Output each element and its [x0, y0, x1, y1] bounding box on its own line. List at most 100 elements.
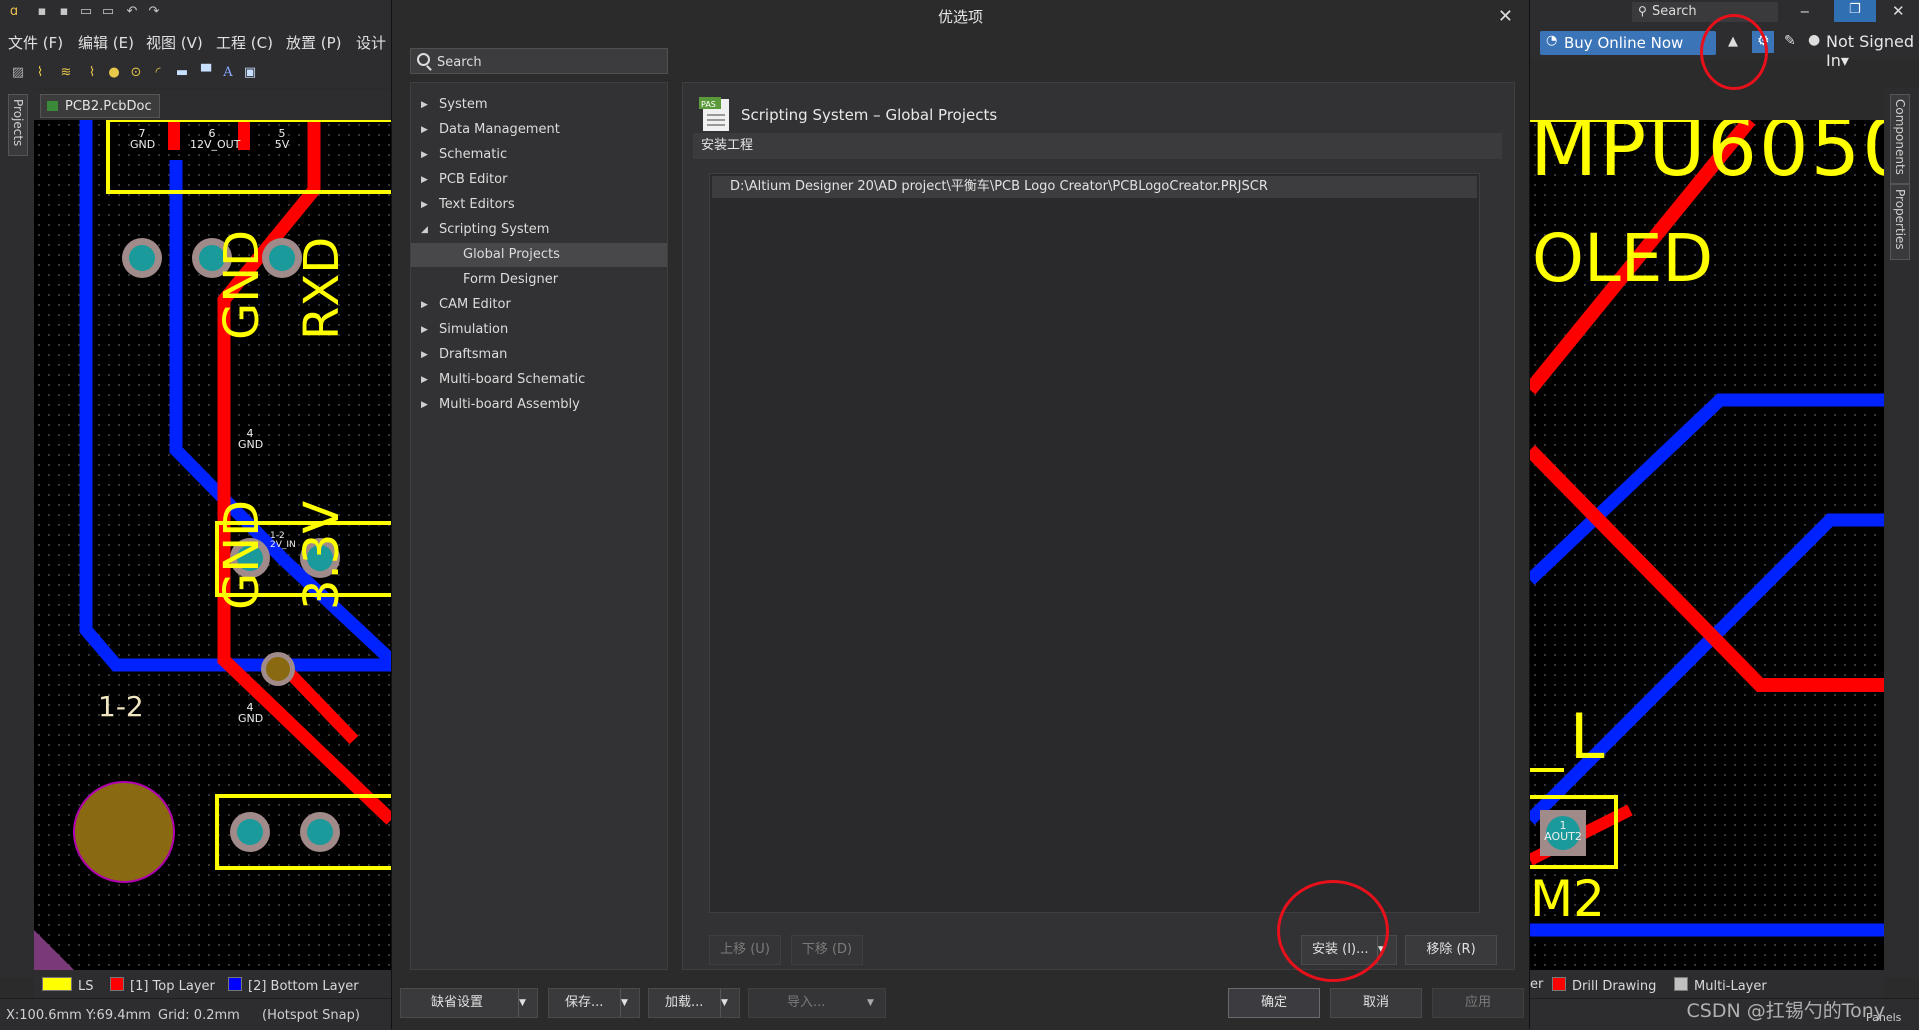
tree-item[interactable]: ▶ CAM Editor	[411, 293, 667, 317]
components-panel-tab[interactable]: Components	[1890, 94, 1910, 184]
pcb-canvas-left[interactable]: 7 GND 6 12V_OUT 5 5V 4 GND 4 GND 1-2 1-2 2V_IN…	[34, 120, 391, 970]
projects-panel-tab[interactable]: Projects	[8, 94, 28, 156]
collapsed-arrow-icon[interactable]: ▶	[421, 193, 428, 217]
layer-swatch	[110, 977, 124, 991]
menu-file[interactable]: 文件 (F)	[8, 32, 63, 53]
collapsed-arrow-icon[interactable]: ▶	[421, 368, 428, 392]
chevron-down-icon[interactable]: ▼	[518, 989, 537, 1017]
arc-icon[interactable]: ◜	[150, 65, 166, 81]
layer-tab-top[interactable]: [1] Top Layer	[110, 977, 215, 994]
pad-hole	[129, 245, 155, 271]
tree-item[interactable]: ▶ Schematic	[411, 143, 667, 167]
chevron-down-icon[interactable]: ▼	[720, 989, 739, 1017]
tree-item[interactable]: ▶ Data Management	[411, 118, 667, 142]
route-icon[interactable]: ⌇	[32, 65, 48, 81]
collapsed-arrow-icon[interactable]: ▶	[421, 118, 428, 142]
defaults-label: 缺省设置	[431, 995, 484, 1010]
undo-icon[interactable]: ↶	[124, 4, 140, 20]
pad-label: 5 5V	[270, 128, 294, 150]
section-header: 安装工程	[693, 133, 1502, 159]
pcb-canvas-right[interactable]: MPU6050 OLED L M2 1 AOUT2	[1530, 120, 1884, 970]
open-project-icon[interactable]: ▭	[100, 4, 116, 20]
window-close-button[interactable]: ✕	[1892, 2, 1905, 20]
collapsed-arrow-icon[interactable]: ▶	[421, 293, 428, 317]
tree-item[interactable]: Form Designer	[411, 268, 667, 292]
tree-item[interactable]: ▶ Text Editors	[411, 193, 667, 217]
move-up-button[interactable]: 上移 (U)	[709, 935, 781, 965]
collapsed-arrow-icon[interactable]: ▶	[421, 168, 428, 192]
collapsed-arrow-icon[interactable]: ▶	[421, 393, 428, 417]
minimize-button[interactable]: ‒	[1800, 2, 1810, 20]
layer-tab-drill-drawing[interactable]: Drill Drawing	[1552, 977, 1656, 994]
tree-item[interactable]: ▶ System	[411, 93, 667, 117]
global-search-box[interactable]: ⚲ Search	[1632, 2, 1778, 22]
layer-swatch	[1674, 977, 1688, 991]
search-input[interactable]	[435, 51, 659, 73]
layer-tab-multi-layer[interactable]: Multi-Layer	[1674, 977, 1767, 994]
chevron-down-icon[interactable]: ▼	[867, 989, 885, 1017]
load-button[interactable]: 加载... ▼	[648, 988, 740, 1018]
tree-item-label: Data Management	[439, 122, 560, 137]
defaults-button[interactable]: 缺省设置 ▼	[400, 988, 538, 1018]
import-button[interactable]: 导入... ▼	[748, 988, 886, 1018]
tree-item-label: Simulation	[439, 322, 509, 337]
move-down-button[interactable]: 下移 (D)	[791, 935, 863, 965]
tree-item-label: Multi-board Schematic	[439, 372, 586, 387]
polygon-icon[interactable]: ▀	[198, 65, 214, 81]
chevron-down-icon[interactable]: ▼	[620, 989, 639, 1017]
menu-project[interactable]: 工程 (C)	[216, 32, 273, 53]
collapsed-arrow-icon[interactable]: ▶	[421, 318, 428, 342]
text-icon[interactable]: A	[220, 65, 236, 81]
filter-icon[interactable]: ▨	[10, 65, 26, 81]
menu-edit[interactable]: 编辑 (E)	[78, 32, 134, 53]
layer-tab-partial[interactable]: er	[1530, 977, 1543, 992]
ok-button[interactable]: 确定	[1228, 988, 1320, 1018]
interactive-route-icon[interactable]: ≋	[58, 65, 74, 81]
tree-item[interactable]: ▶ Simulation	[411, 318, 667, 342]
menu-design[interactable]: 设计	[356, 32, 386, 53]
close-icon[interactable]: ✕	[1498, 6, 1513, 27]
project-list-item[interactable]: D:\Altium Designer 20\AD project\平衡车\PCB…	[712, 176, 1477, 198]
mounting-hole	[73, 781, 175, 883]
redo-icon[interactable]: ↷	[146, 4, 162, 20]
expanded-arrow-icon[interactable]: ◢	[421, 218, 428, 242]
menu-view[interactable]: 视图 (V)	[146, 32, 203, 53]
save-button[interactable]: 保存... ▼	[548, 988, 640, 1018]
fill-icon[interactable]: ▬	[174, 65, 190, 81]
tree-item[interactable]: ▶ Multi-board Schematic	[411, 368, 667, 392]
document-tab[interactable]: PCB2.PcbDoc *	[40, 94, 160, 138]
diff-pair-icon[interactable]: ⌇	[84, 65, 100, 81]
remove-button[interactable]: 移除 (R)	[1405, 935, 1497, 965]
restore-button[interactable]: ❐	[1834, 0, 1876, 22]
apply-button[interactable]: 应用	[1432, 988, 1524, 1018]
collapsed-arrow-icon[interactable]: ▶	[421, 143, 428, 167]
tree-item[interactable]: ▶ PCB Editor	[411, 168, 667, 192]
tree-item[interactable]: ▶ Draftsman	[411, 343, 667, 367]
save-all-icon[interactable]: ▪	[56, 4, 72, 20]
search-box[interactable]	[410, 48, 668, 74]
properties-panel-tab[interactable]: Properties	[1890, 184, 1910, 260]
collapsed-arrow-icon[interactable]: ▶	[421, 93, 428, 117]
layer-tab-bottom[interactable]: [2] Bottom Layer	[228, 977, 359, 994]
board-edge	[34, 930, 74, 970]
installed-projects-list[interactable]: D:\Altium Designer 20\AD project\平衡车\PCB…	[709, 173, 1480, 913]
menu-place[interactable]: 放置 (P)	[286, 32, 342, 53]
via-icon[interactable]: ●	[106, 65, 122, 81]
pad-icon[interactable]: ⊙	[128, 65, 144, 81]
import-label: 导入...	[787, 995, 826, 1010]
cancel-button[interactable]: 取消	[1330, 988, 1422, 1018]
buy-online-button[interactable]: ◔ Buy Online Now	[1540, 31, 1716, 55]
layer-tab-ls[interactable]: LS	[42, 977, 94, 994]
open-icon[interactable]: ▭	[78, 4, 94, 20]
collapsed-arrow-icon[interactable]: ▶	[421, 343, 428, 367]
component-icon[interactable]: ▣	[242, 65, 258, 81]
layer-swatch	[1552, 977, 1566, 991]
account-menu[interactable]: Not Signed In▾	[1826, 32, 1919, 70]
save-icon[interactable]: ▪	[34, 4, 50, 20]
feedback-icon[interactable]: ✎	[1784, 33, 1796, 49]
pad-net: 12V_OUT	[190, 138, 241, 151]
tree-item[interactable]: ▶ Multi-board Assembly	[411, 393, 667, 417]
tree-item[interactable]: Global Projects	[411, 243, 667, 267]
tree-item-label: CAM Editor	[439, 297, 511, 312]
tree-item[interactable]: ◢ Scripting System	[411, 218, 667, 242]
